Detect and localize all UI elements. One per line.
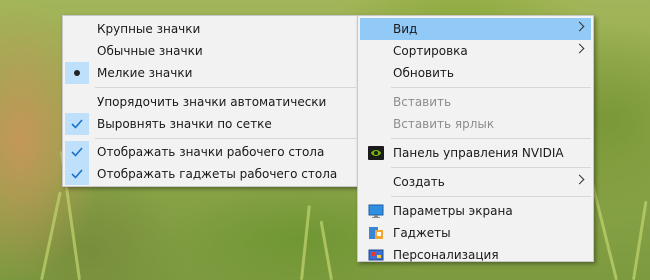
menu-item-label: Обычные значки bbox=[97, 44, 203, 58]
menu-item-show-gadgets[interactable]: Отображать гаджеты рабочего стола bbox=[65, 163, 356, 185]
mark-column bbox=[65, 18, 89, 40]
view-submenu: Крупные значки Обычные значки Мелкие зна… bbox=[62, 15, 359, 187]
menu-separator bbox=[391, 87, 591, 88]
menu-item-nvidia-control-panel[interactable]: Панель управления NVIDIA bbox=[360, 142, 591, 164]
check-icon bbox=[71, 169, 83, 179]
grass-blade bbox=[40, 191, 62, 280]
menu-item-personalization[interactable]: Персонализация bbox=[360, 244, 591, 266]
menu-item-label: Обновить bbox=[393, 66, 454, 80]
menu-item-label: Упорядочить значки автоматически bbox=[97, 95, 327, 109]
menu-item-label: Крупные значки bbox=[97, 22, 201, 36]
mark-column bbox=[65, 62, 89, 84]
personalization-icon bbox=[368, 249, 384, 261]
menu-item-label: Сортировка bbox=[393, 44, 468, 58]
menu-separator bbox=[391, 167, 591, 168]
menu-item-label: Отображать значки рабочего стола bbox=[97, 145, 325, 159]
chevron-right-icon bbox=[574, 174, 585, 185]
menu-item-large-icons[interactable]: Крупные значки bbox=[65, 18, 356, 40]
menu-item-view[interactable]: Вид bbox=[360, 18, 591, 40]
menu-item-label: Выровнять значки по сетке bbox=[97, 117, 272, 131]
menu-item-paste[interactable]: Вставить bbox=[360, 91, 591, 113]
menu-item-label: Создать bbox=[393, 175, 445, 189]
menu-item-medium-icons[interactable]: Обычные значки bbox=[65, 40, 356, 62]
check-icon bbox=[71, 147, 83, 157]
menu-item-gadgets[interactable]: Гаджеты bbox=[360, 222, 591, 244]
menu-item-label: Мелкие значки bbox=[97, 66, 193, 80]
menu-item-small-icons[interactable]: Мелкие значки bbox=[65, 62, 356, 84]
display-settings-icon bbox=[368, 204, 384, 218]
menu-item-label: Вставить bbox=[393, 95, 452, 109]
menu-separator bbox=[95, 138, 356, 139]
menu-item-sort[interactable]: Сортировка bbox=[360, 40, 591, 62]
desktop-context-menu: Вид Сортировка Обновить Вставить Вставит… bbox=[357, 15, 594, 262]
grass-blade bbox=[300, 205, 311, 280]
menu-item-show-desktop-icons[interactable]: Отображать значки рабочего стола bbox=[65, 141, 356, 163]
check-icon bbox=[71, 119, 83, 129]
grass-blade bbox=[319, 220, 333, 280]
chevron-right-icon bbox=[574, 21, 585, 32]
menu-item-paste-shortcut[interactable]: Вставить ярлык bbox=[360, 113, 591, 135]
gadgets-icon bbox=[369, 227, 383, 239]
menu-separator bbox=[95, 87, 356, 88]
mark-column bbox=[65, 40, 89, 62]
menu-item-refresh[interactable]: Обновить bbox=[360, 62, 591, 84]
radio-bullet-icon bbox=[74, 70, 80, 76]
menu-item-auto-arrange[interactable]: Упорядочить значки автоматически bbox=[65, 91, 356, 113]
menu-item-label: Вставить ярлык bbox=[393, 117, 495, 131]
menu-item-display-settings[interactable]: Параметры экрана bbox=[360, 200, 591, 222]
menu-item-label: Панель управления NVIDIA bbox=[393, 146, 564, 160]
menu-item-new[interactable]: Создать bbox=[360, 171, 591, 193]
menu-separator bbox=[391, 138, 591, 139]
mark-column bbox=[65, 163, 89, 185]
menu-item-label: Отображать гаджеты рабочего стола bbox=[97, 167, 338, 181]
mark-column bbox=[65, 141, 89, 163]
menu-item-label: Персонализация bbox=[393, 248, 499, 262]
menu-item-label: Параметры экрана bbox=[393, 204, 513, 218]
mark-column bbox=[65, 113, 89, 135]
grass-blade bbox=[632, 200, 648, 280]
menu-item-label: Гаджеты bbox=[393, 226, 451, 240]
chevron-right-icon bbox=[574, 43, 585, 54]
menu-item-align-to-grid[interactable]: Выровнять значки по сетке bbox=[65, 113, 356, 135]
menu-item-label: Вид bbox=[393, 22, 418, 36]
nvidia-icon bbox=[368, 146, 384, 160]
mark-column bbox=[65, 91, 89, 113]
menu-separator bbox=[391, 196, 591, 197]
